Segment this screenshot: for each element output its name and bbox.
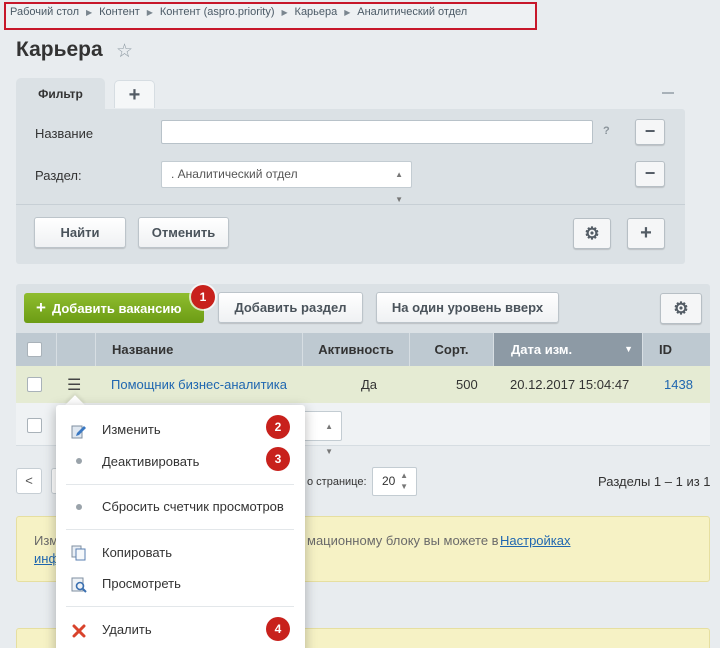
add-section-button[interactable]: Добавить раздел [218,292,363,323]
section-label: Раздел: [35,168,82,183]
breadcrumb-item-desktop[interactable]: Рабочий стол [10,6,79,18]
menu-item-view[interactable]: Просмотреть [102,576,181,591]
add-vacancy-label: Добавить вакансию [51,301,182,316]
gear-icon: ⚙ [584,224,600,243]
help-icon[interactable]: ? [603,125,610,137]
name-input[interactable] [161,120,593,144]
page-title: Карьера [16,38,103,61]
name-label: Название [35,126,94,141]
cancel-button[interactable]: Отменить [138,217,229,248]
bullet-icon [76,504,82,510]
row-checkbox[interactable] [27,377,42,392]
select-arrows-icon: ▲ ▼ [400,471,408,491]
actions-column-header [56,333,95,366]
filter-settings-button[interactable]: ⚙ [573,218,611,249]
group-checkbox[interactable] [27,418,42,433]
step-badge-1: 1 [191,285,215,309]
remove-name-filter-button[interactable]: − [635,119,665,145]
context-menu [56,405,305,648]
select-all-checkbox[interactable] [27,342,42,357]
per-page-select[interactable]: 20 ▲ ▼ [372,467,417,496]
list-settings-button[interactable]: ⚙ [660,293,702,324]
menu-item-delete[interactable]: Удалить [102,622,152,637]
column-date[interactable]: Дата изм. ▼ [493,333,642,366]
breadcrumb-item-career[interactable]: Карьера [295,6,338,18]
section-select-value: . Аналитический отдел [171,167,298,181]
per-page-value: 20 [382,474,396,488]
filter-divider [16,204,685,205]
level-up-button[interactable]: На один уровень вверх [376,292,559,323]
chevron-right-icon: ▶ [281,8,288,17]
plus-icon: + [36,298,46,317]
menu-item-edit[interactable]: Изменить [102,422,161,437]
menu-item-copy[interactable]: Копировать [102,545,172,560]
column-id[interactable]: ID [642,333,710,366]
find-button[interactable]: Найти [34,217,126,248]
chevron-right-icon: ▶ [85,8,93,17]
copy-icon [71,545,86,561]
row-sort: 500 [456,377,478,392]
edit-icon [71,425,86,439]
menu-separator [66,484,294,485]
section-select[interactable]: . Аналитический отдел ▲ ▼ [161,161,412,204]
row-active: Да [361,377,378,392]
breadcrumb: Рабочий стол ▶ Контент ▶ Контент (aspro.prio… [10,6,467,18]
select-arrows-icon: ▲ ▼ [325,422,333,456]
step-badge-3: 3 [266,447,290,471]
step-badge-2: 2 [266,415,290,439]
menu-item-reset-views[interactable]: Сбросить счетчик просмотров [102,499,284,514]
view-icon [71,577,87,593]
collapse-filter-icon[interactable] [662,92,674,94]
settings-link[interactable]: Настройках [500,533,571,548]
tab-filter[interactable]: Фильтр [16,78,105,110]
step-badge-4: 4 [266,617,290,641]
row-menu-icon[interactable]: ☰ [67,375,81,395]
bullet-icon [76,458,82,464]
add-vacancy-button[interactable]: + Добавить вакансию [24,293,204,323]
row-date: 20.12.2017 15:04:47 [510,377,630,392]
star-icon[interactable]: ☆ [116,40,133,63]
notice-text: мационному блоку вы можете в [307,533,499,548]
row-name-link[interactable]: Помощник бизнес-аналитика [111,377,287,392]
prev-page-button[interactable]: < [16,468,42,494]
notice-text-start: Изм [34,533,59,548]
column-date-label: Дата изм. [511,342,573,357]
menu-item-deactivate[interactable]: Деактивировать [102,454,199,469]
breadcrumb-item-content[interactable]: Контент [99,6,140,18]
row-id-link[interactable]: 1438 [664,377,693,392]
menu-separator [66,529,294,530]
add-filter-tab-button[interactable]: + [114,80,155,108]
delete-icon [72,624,86,638]
breadcrumb-item-content-priority[interactable]: Контент (aspro.priority) [160,6,275,18]
column-active[interactable]: Активность [302,333,409,366]
chevron-right-icon: ▶ [344,8,351,17]
chevron-right-icon: ▶ [146,8,153,17]
sort-desc-icon: ▼ [624,344,633,354]
remove-section-filter-button[interactable]: − [635,161,665,187]
per-page-label: о странице: [307,476,367,488]
column-name[interactable]: Название [95,333,302,366]
column-sort[interactable]: Сорт. [409,333,493,366]
breadcrumb-item-analytics[interactable]: Аналитический отдел [357,6,467,18]
add-filter-field-button[interactable]: + [627,218,665,249]
menu-separator [66,606,294,607]
gear-icon: ⚙ [673,299,689,318]
pager-summary: Разделы 1 – 1 из 1 [598,474,711,489]
